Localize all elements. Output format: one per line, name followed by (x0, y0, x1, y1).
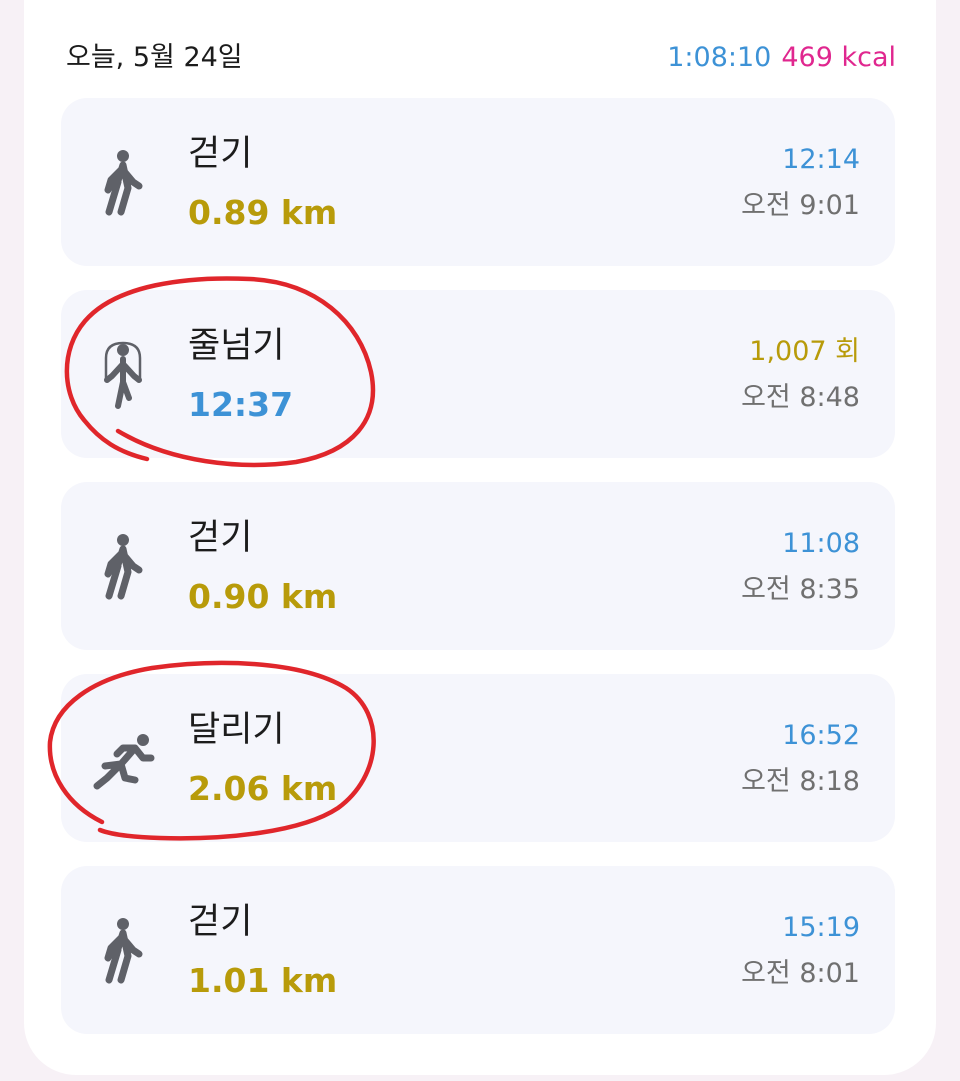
day-date-label: 오늘, 5월 24일 (66, 42, 243, 73)
activity-start-time: 오전 8:18 (741, 766, 860, 797)
activity-duration: 12:14 (782, 144, 860, 175)
total-duration: 1:08:10 (667, 42, 772, 73)
activity-duration: 16:52 (782, 720, 860, 751)
activity-start-time: 오전 8:48 (741, 382, 860, 413)
activity-item-walk-3[interactable]: 걷기 1.01 km 15:19 오전 8:01 (61, 866, 895, 1034)
activity-name: 걷기 (188, 902, 253, 942)
activity-distance: 1.01 km (188, 961, 338, 1000)
walk-icon (99, 532, 147, 602)
activity-distance: 2.06 km (188, 769, 338, 808)
day-totals: 1:08:10 469 kcal (667, 38, 896, 78)
jump-rope-icon (99, 340, 147, 410)
activity-duration: 11:08 (782, 528, 860, 559)
activity-item-jump-rope[interactable]: 줄넘기 12:37 1,007 회 오전 8:48 (61, 290, 895, 458)
activity-start-time: 오전 8:35 (741, 574, 860, 605)
activity-name: 걷기 (188, 134, 253, 174)
activity-distance: 0.89 km (188, 193, 338, 232)
walk-icon (99, 148, 147, 218)
activity-item-run[interactable]: 달리기 2.06 km 16:52 오전 8:18 (61, 674, 895, 842)
activity-item-walk-1[interactable]: 걷기 0.89 km 12:14 오전 9:01 (61, 98, 895, 266)
activity-name: 걷기 (188, 518, 253, 558)
activity-name: 달리기 (188, 710, 285, 750)
activity-distance: 0.90 km (188, 577, 338, 616)
activity-jump-count: 1,007 회 (749, 336, 860, 367)
run-icon (93, 724, 155, 794)
activity-list: 걷기 0.89 km 12:14 오전 9:01 줄넘기 12:37 1,007… (61, 98, 895, 1058)
activity-duration: 12:37 (188, 385, 294, 424)
activity-duration: 15:19 (782, 912, 860, 943)
activity-name: 줄넘기 (188, 326, 285, 366)
day-summary-header: 오늘, 5월 24일 1:08:10 469 kcal (66, 38, 896, 78)
activity-item-walk-2[interactable]: 걷기 0.90 km 11:08 오전 8:35 (61, 482, 895, 650)
activity-start-time: 오전 9:01 (741, 190, 860, 221)
walk-icon (99, 916, 147, 986)
total-kcal: 469 kcal (781, 42, 896, 73)
activity-start-time: 오전 8:01 (741, 958, 860, 989)
